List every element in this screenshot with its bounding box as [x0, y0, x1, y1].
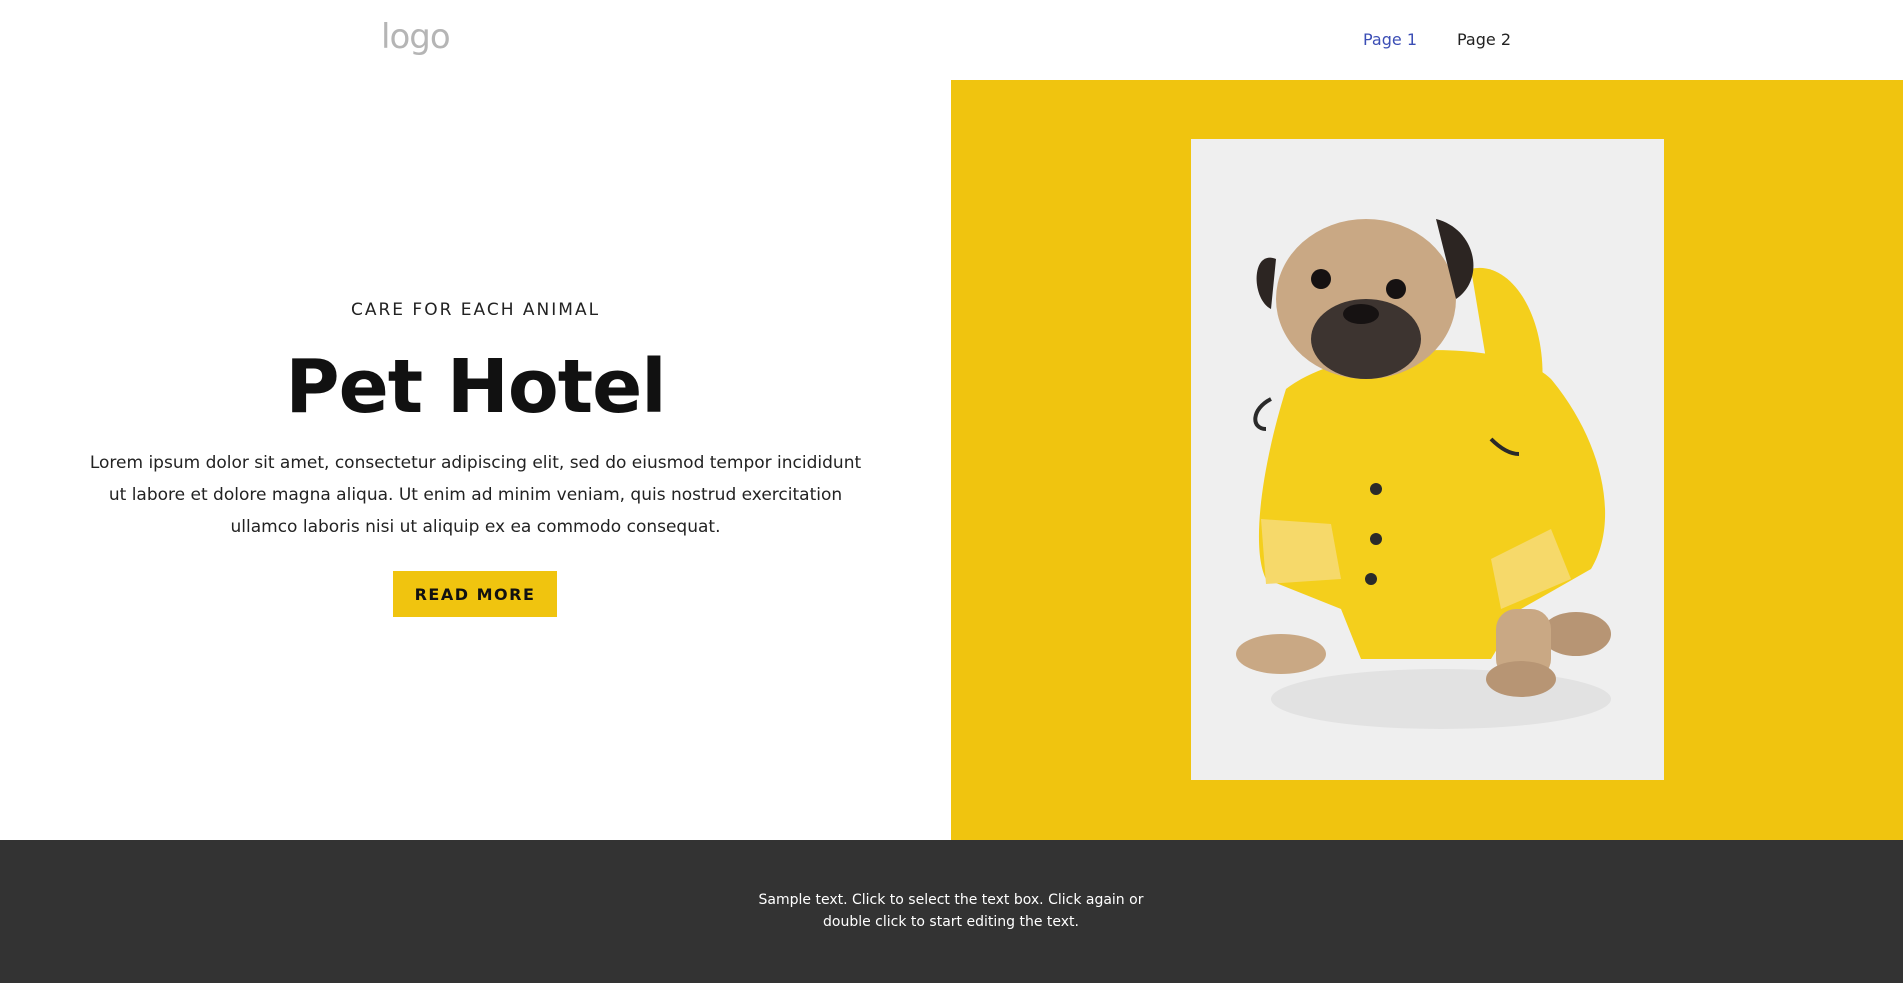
pug-photo	[1191, 139, 1664, 780]
site-footer: Sample text. Click to select the text bo…	[0, 840, 1903, 983]
main-nav: Page 1 Page 2	[1363, 28, 1511, 52]
hero-eyebrow: CARE FOR EACH ANIMAL	[350, 300, 601, 320]
nav-link-page-1[interactable]: Page 1	[1363, 28, 1417, 52]
site-header: logo Page 1 Page 2	[0, 0, 1903, 80]
read-more-button[interactable]: READ MORE	[393, 571, 557, 617]
pug-icon	[1191, 139, 1664, 780]
hero-body-text: Lorem ipsum dolor sit amet, consectetur …	[89, 453, 862, 537]
logo[interactable]: logo	[381, 14, 451, 60]
hero-image-panel	[951, 80, 1903, 840]
page-title: Pet Hotel	[285, 344, 666, 430]
nav-link-page-2[interactable]: Page 2	[1457, 28, 1511, 52]
hero-text-panel: CARE FOR EACH ANIMAL Pet Hotel Lorem ips…	[0, 80, 951, 840]
footer-sample-text[interactable]: Sample text. Click to select the text bo…	[736, 889, 1166, 933]
hero-section: CARE FOR EACH ANIMAL Pet Hotel Lorem ips…	[0, 80, 1903, 840]
